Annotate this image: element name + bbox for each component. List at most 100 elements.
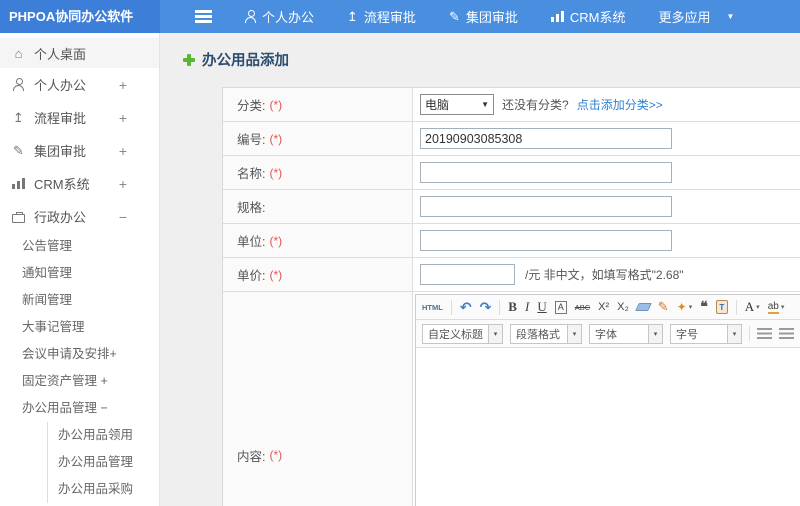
name-input[interactable] [420,162,672,183]
select-caret-icon: ▼ [481,100,489,109]
font-family-select[interactable]: 字体 ▾ [589,323,663,344]
paste-text-button[interactable]: T [715,300,728,314]
bold-button[interactable]: B [508,299,517,315]
superscript-button[interactable]: X² [598,301,609,313]
required-mark: (*) [269,131,283,146]
sidebar-item-events-mgmt[interactable]: 大事记管理 [22,314,159,341]
unit-input[interactable] [420,230,672,251]
eraser-button[interactable] [634,303,652,311]
content-label: 内容: (*) [223,292,413,506]
nav-crm[interactable]: CRM系统 [550,7,625,26]
caret-down-icon: ▾ [488,324,502,343]
workflow-icon: ↥ [347,8,358,24]
font-size-select[interactable]: 字号 ▾ [670,323,742,344]
sidebar-item-label: 流程审批 [34,111,87,126]
toolbar-separator [450,299,452,315]
category-select[interactable]: 电脑 ▼ [420,94,494,115]
sidebar-item-meeting-mgmt[interactable]: 会议申请及安排+ [22,341,159,368]
toolbar-separator [735,299,737,315]
editor-toolbar-row2: 自定义标题 ▾ 段落格式 ▾ 字体 ▾ 字号 ▾ [416,320,800,348]
strikethrough-button[interactable]: ABC [575,303,590,312]
auto-format-button[interactable]: ✦ ▾ [677,300,693,314]
sidebar-item-office-supplies-mgmt[interactable]: 办公用品管理 − [22,395,159,422]
sidebar-item-workflow-approval[interactable]: ↥ 流程审批 + [0,101,159,134]
sidebar-item-supplies-manage[interactable]: 办公用品管理 [58,449,159,476]
main-content: 办公用品添加 分类: (*) 电脑 ▼ 还没有分类? 点击添加分类>> 编号: … [160,33,800,506]
form-row-spec: 规格: [223,190,800,224]
wand-icon: ✦ [676,300,687,314]
char-border-button[interactable]: A [554,300,567,314]
spec-input[interactable] [420,196,672,217]
redo-button[interactable]: ↷ [480,299,492,316]
italic-button[interactable]: I [525,299,529,315]
page-title: 办公用品添加 [183,49,289,70]
sidebar-item-crm[interactable]: CRM系统 + [0,167,159,200]
required-mark: (*) [269,448,283,462]
nav-more-apps[interactable]: 更多应用 ▼ [658,7,734,26]
sidebar-item-label: 个人办公 [34,78,87,93]
top-nav: 个人办公 ↥ 流程审批 ✎ 集团审批 CRM系统 更多应用 ▼ [160,0,800,33]
app-logo: PHPOA协同办公软件 [0,0,160,33]
price-input[interactable] [420,264,515,285]
highlight-color-button[interactable]: ab ▾ [767,300,784,314]
sidebar-item-supplies-claim[interactable]: 办公用品领用 [58,422,159,449]
edit-icon: ✎ [448,8,460,24]
underline-button[interactable]: U [537,299,546,315]
briefcase-icon [12,211,25,223]
sidebar-item-announcement-mgmt[interactable]: 公告管理 [22,233,159,260]
paste-icon: T [715,300,728,314]
expand-sign[interactable]: + [119,176,127,192]
spec-label: 规格: [223,190,413,223]
sidebar-item-fixed-assets-mgmt[interactable]: 固定资产管理 + [22,368,159,395]
top-bar: PHPOA协同办公软件 个人办公 ↥ 流程审批 ✎ 集团审批 CRM系统 更多应… [0,0,800,33]
menu-toggle-button[interactable] [195,10,212,23]
name-label: 名称: (*) [223,156,413,189]
code-input[interactable] [420,128,672,149]
expand-sign[interactable]: + [119,143,127,159]
expand-sign[interactable]: + [119,110,127,126]
font-color-button[interactable]: A ▾ [745,299,760,315]
caret-down-icon: ▾ [648,324,662,343]
edit-icon: ✎ [13,142,24,158]
highlight-icon: ab [767,300,779,314]
expand-sign[interactable]: + [119,77,127,93]
sidebar-item-group-approval[interactable]: ✎ 集团审批 + [0,134,159,167]
home-icon: ⌂ [14,45,23,61]
form-row-content: 内容: (*) HTML ↶ ↷ B I U A ABC X² X₂ ✎ ✦ ▾… [223,292,800,506]
supplies-form: 分类: (*) 电脑 ▼ 还没有分类? 点击添加分类>> 编号: (*) 201… [222,87,800,506]
sidebar: ⌂ 个人桌面 个人办公 + ↥ 流程审批 + ✎ 集团审批 + CRM系统 + … [0,33,160,506]
caret-down-icon: ▾ [688,304,693,311]
format-brush-button[interactable]: ✎ [658,299,669,315]
nav-personal-office[interactable]: 个人办公 [245,7,314,26]
sidebar-item-desktop[interactable]: ⌂ 个人桌面 [0,38,159,68]
category-label: 分类: (*) [223,88,413,121]
required-mark: (*) [269,267,283,282]
paragraph-format-select[interactable]: 段落格式 ▾ [510,323,582,344]
caret-down-icon: ▼ [726,12,735,21]
admin-office-submenu: 公告管理 通知管理 新闻管理 大事记管理 会议申请及安排+ 固定资产管理 + 办… [0,233,159,503]
align-center-button[interactable] [779,328,794,339]
sidebar-item-personal-office[interactable]: 个人办公 + [0,68,159,101]
nav-workflow-approval[interactable]: ↥ 流程审批 [347,7,416,26]
sidebar-item-admin-office[interactable]: 行政办公 − [0,200,159,233]
add-category-link[interactable]: 点击添加分类>> [577,96,663,113]
price-hint: /元 非中文，如填写格式"2.68" [525,268,684,282]
nav-group-approval[interactable]: ✎ 集团审批 [449,7,518,26]
heading-select[interactable]: 自定义标题 ▾ [422,323,503,344]
workflow-icon: ↥ [13,109,24,125]
chart-icon [12,178,25,189]
sidebar-item-notice-mgmt[interactable]: 通知管理 [22,260,159,287]
code-label: 编号: (*) [223,122,413,155]
align-left-button[interactable] [757,328,772,339]
subscript-button[interactable]: X₂ [617,301,629,313]
editor-content[interactable] [416,348,800,506]
form-row-unit: 单位: (*) [223,224,800,258]
undo-button[interactable]: ↶ [460,299,472,316]
source-button[interactable]: HTML [422,303,443,312]
sidebar-item-news-mgmt[interactable]: 新闻管理 [22,287,159,314]
collapse-sign[interactable]: − [119,209,127,225]
sidebar-item-supplies-purchase[interactable]: 办公用品采购 [58,476,159,503]
page-title-text: 办公用品添加 [202,53,289,69]
add-icon [183,53,195,66]
blockquote-button[interactable]: ❝ [700,299,708,316]
